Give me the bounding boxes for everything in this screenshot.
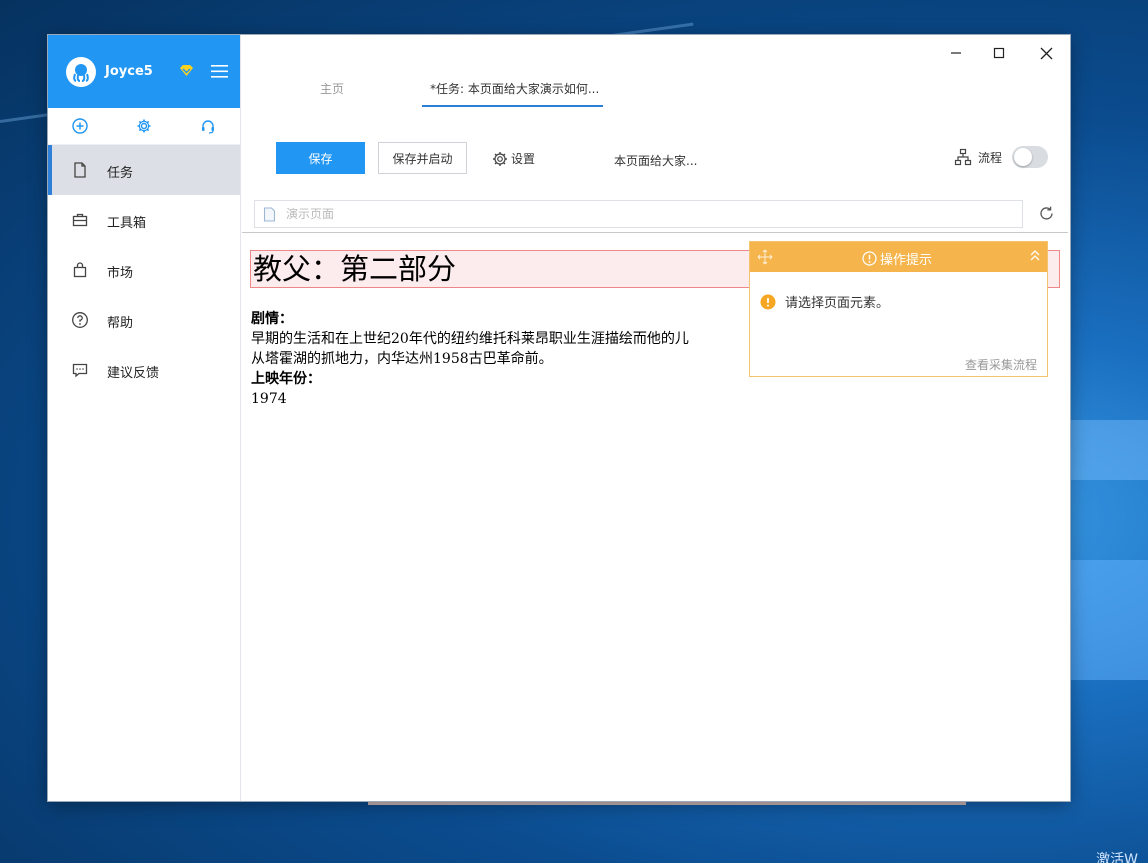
year-value[interactable]: 1974	[251, 391, 287, 407]
settings-label: 设置	[511, 152, 536, 166]
close-icon	[1040, 47, 1052, 59]
sidebar-item-help[interactable]: 帮助	[48, 295, 240, 345]
task-name: 本页面给大家...	[614, 154, 698, 168]
view-collection-flow-link[interactable]: 查看采集流程	[965, 356, 1037, 373]
tip-title-group: 操作提示	[862, 249, 932, 268]
add-task-icon[interactable]	[48, 118, 112, 134]
save-button[interactable]: 保存	[276, 142, 365, 174]
sidebar-item-label: 建议反馈	[107, 366, 160, 381]
tab-home[interactable]: 主页	[320, 80, 344, 97]
username: Joyce5	[105, 64, 153, 79]
operation-tip-panel: 操作提示 请选择页面元素。 查看采集流程	[749, 241, 1048, 377]
sidebar-item-market[interactable]: 市场	[48, 245, 240, 295]
year-label[interactable]: 上映年份：	[251, 371, 321, 387]
tip-message-row: 请选择页面元素。	[760, 292, 889, 311]
sidebar-item-label: 工具箱	[107, 216, 147, 231]
tip-title: 操作提示	[880, 253, 933, 268]
flow-label: 流程	[978, 150, 1003, 165]
flow-button[interactable]: 流程	[954, 148, 1002, 166]
vip-badge-icon[interactable]	[179, 64, 194, 80]
page-icon	[263, 206, 276, 222]
page-body: 剧情： 早期的生活和在上世纪20年代的纽约维托科莱昂职业生涯描绘而他的儿 从塔霍…	[251, 309, 689, 409]
sidebar-item-feedback[interactable]: 建议反馈	[48, 345, 240, 395]
toolbox-icon	[72, 213, 88, 227]
minimize-icon	[951, 52, 961, 54]
warning-icon	[760, 294, 776, 309]
shopping-bag-icon	[73, 262, 87, 278]
activation-watermark: 激活W	[1096, 852, 1138, 863]
settings-button[interactable]: 设置	[492, 150, 535, 167]
gear-icon	[493, 151, 507, 166]
headset-icon[interactable]	[176, 118, 240, 134]
maximize-button[interactable]	[979, 41, 1019, 65]
sidebar-item-toolbox[interactable]: 工具箱	[48, 195, 240, 245]
url-input[interactable]	[284, 206, 988, 222]
tip-message: 请选择页面元素。	[785, 296, 890, 311]
maximize-icon	[993, 47, 1005, 59]
collapse-icon[interactable]	[1029, 249, 1041, 263]
refresh-icon	[1040, 206, 1053, 220]
tip-header: 操作提示	[750, 242, 1047, 272]
close-button[interactable]	[1026, 41, 1066, 65]
info-circle-icon	[862, 251, 877, 266]
light-beam	[1070, 560, 1148, 680]
octopus-logo-icon	[73, 64, 89, 82]
url-bar	[254, 200, 1023, 228]
sidebar-item-label: 市场	[107, 266, 134, 281]
minimize-button[interactable]	[936, 41, 976, 65]
reload-button[interactable]	[1038, 205, 1055, 225]
sidebar-item-label: 任务	[107, 166, 134, 181]
active-tab-indicator	[422, 105, 603, 107]
tab-task[interactable]: *任务: 本页面给大家演示如何...	[430, 80, 599, 97]
sidebar-item-label: 帮助	[107, 316, 134, 331]
plot-line[interactable]: 从塔霍湖的抓地力，内华达州1958古巴革命前。	[251, 351, 553, 367]
sidebar-item-tasks[interactable]: 任务	[48, 145, 240, 195]
document-icon	[74, 162, 86, 178]
chat-bubble-icon	[72, 363, 88, 378]
avatar[interactable]	[66, 57, 96, 87]
profile-header: Joyce5	[48, 35, 240, 108]
hamburger-menu-icon[interactable]	[211, 65, 228, 81]
save-and-start-button[interactable]: 保存并启动	[378, 142, 467, 174]
sidebar: Joyce5 任务 工具箱 市场 帮助 建议反馈	[48, 35, 241, 801]
help-icon	[72, 312, 88, 328]
gear-icon[interactable]	[112, 118, 176, 134]
flowchart-icon	[954, 148, 972, 166]
quick-actions	[48, 108, 240, 145]
plot-line[interactable]: 早期的生活和在上世纪20年代的纽约维托科莱昂职业生涯描绘而他的儿	[251, 331, 689, 347]
app-window: Joyce5 任务 工具箱 市场 帮助 建议反馈 主页 *任务: 本页面给大家演…	[48, 35, 1070, 801]
plot-label[interactable]: 剧情：	[251, 311, 293, 327]
toggle-knob	[1014, 148, 1032, 166]
flow-toggle[interactable]	[1012, 146, 1048, 168]
light-beam	[1070, 420, 1148, 480]
move-icon[interactable]	[757, 249, 773, 265]
